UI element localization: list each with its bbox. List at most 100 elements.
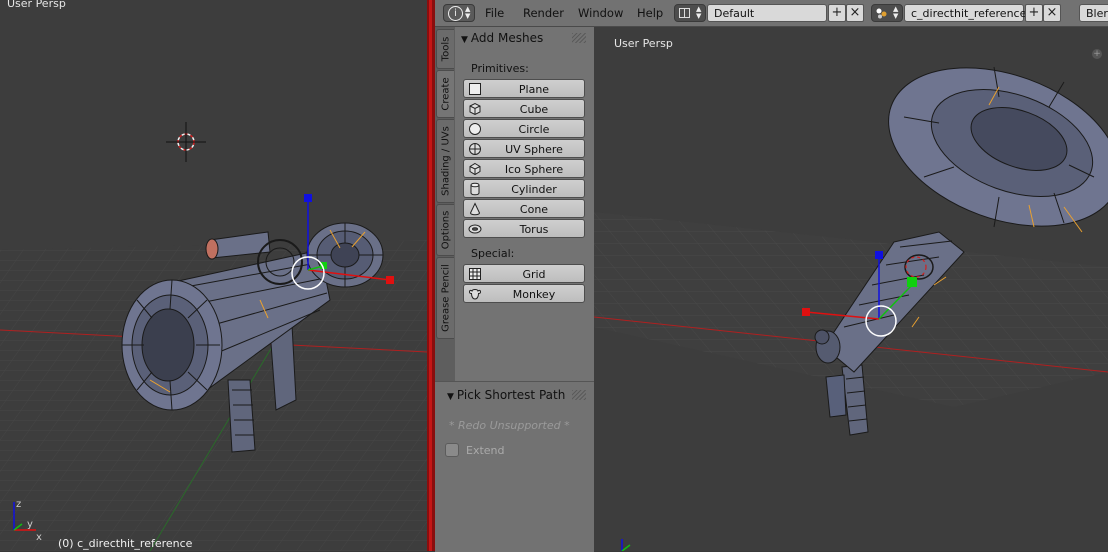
3d-cursor-icon[interactable]: [166, 122, 206, 162]
add-circle-label: Circle: [518, 123, 550, 136]
add-layout-button[interactable]: +: [828, 4, 846, 22]
render-engine-selector[interactable]: Bler: [1079, 4, 1108, 22]
screen-layout-name-field[interactable]: Default: [707, 4, 827, 22]
redo-last-panel: ▼ Pick Shortest Path * Redo Unsupported *…: [435, 381, 594, 552]
add-torus-label: Torus: [519, 223, 549, 236]
tab-create-label: Create: [440, 77, 451, 111]
extend-checkbox[interactable]: [445, 443, 459, 457]
info-icon: i: [448, 6, 463, 21]
add-cone-label: Cone: [519, 203, 549, 216]
close-icon: ×: [1046, 5, 1058, 20]
redo-panel-header[interactable]: ▼ Pick Shortest Path: [447, 388, 565, 402]
collapse-triangle-icon: ▼: [447, 392, 454, 402]
scene-selector[interactable]: ▲ ▼: [871, 4, 903, 22]
left-view-label: User Persp: [7, 0, 66, 10]
add-cylinder-label: Cylinder: [511, 183, 557, 196]
layout-grid-icon: [679, 8, 690, 18]
tab-options-label: Options: [440, 210, 451, 250]
tab-grease-pencil-label: Grease Pencil: [440, 264, 451, 332]
ico-sphere-icon: [469, 162, 481, 176]
uv-sphere-icon: [469, 143, 481, 155]
redo-panel-title: Pick Shortest Path: [456, 388, 566, 402]
tab-create[interactable]: Create: [436, 70, 454, 118]
gizmo-y-label: y: [27, 519, 33, 530]
screen-layout-selector[interactable]: ▲ ▼: [674, 4, 706, 22]
add-meshes-panel: ▼ Add Meshes Primitives: Plane Cube Circl…: [455, 27, 594, 381]
right-3d-viewport[interactable]: User Persp +: [594, 27, 1108, 551]
tab-tools[interactable]: Tools: [436, 29, 454, 69]
add-plane-label: Plane: [518, 83, 550, 96]
cone-icon: [469, 202, 481, 216]
left-3d-viewport[interactable]: z y x User Persp (0) c_directhit_referen…: [0, 0, 427, 551]
panel-drag-grip-icon[interactable]: [572, 390, 586, 400]
add-cube-button[interactable]: Cube: [463, 99, 585, 118]
add-cube-label: Cube: [519, 103, 549, 116]
tab-shading-uvs[interactable]: Shading / UVs: [436, 119, 454, 203]
add-torus-button[interactable]: Torus: [463, 219, 585, 238]
right-view-label: User Persp: [614, 37, 673, 50]
redo-unsupported-note: * Redo Unsupported *: [449, 419, 570, 432]
primitives-label: Primitives:: [471, 62, 529, 75]
add-cone-button[interactable]: Cone: [463, 199, 585, 218]
chevron-updown-icon: ▲ ▼: [696, 5, 702, 20]
tab-shading-uvs-label: Shading / UVs: [440, 126, 451, 196]
menu-render[interactable]: Render: [523, 6, 564, 20]
collapse-triangle-icon: ▼: [461, 35, 468, 45]
z-axis-handle-icon[interactable]: [304, 194, 312, 202]
z-axis-handle-icon[interactable]: [875, 251, 883, 259]
remove-layout-button[interactable]: ×: [846, 4, 864, 22]
add-scene-button[interactable]: +: [1025, 4, 1043, 22]
area-separator[interactable]: [427, 0, 435, 551]
special-label: Special:: [471, 247, 515, 260]
right-viewport-scene[interactable]: [594, 27, 1108, 551]
tab-tools-label: Tools: [440, 36, 451, 62]
add-monkey-label: Monkey: [512, 288, 556, 301]
y-axis-handle-icon[interactable]: [907, 277, 917, 287]
gizmo-z-label: z: [16, 499, 21, 510]
left-viewport-scene[interactable]: z y x: [0, 0, 427, 551]
add-uv-sphere-button[interactable]: UV Sphere: [463, 139, 585, 158]
grid-icon: [469, 268, 481, 280]
chevron-updown-icon: ▲ ▼: [465, 5, 471, 20]
x-axis-handle-icon[interactable]: [386, 276, 394, 284]
active-object-label: (0) c_directhit_reference: [58, 537, 193, 550]
remove-scene-button[interactable]: ×: [1043, 4, 1061, 22]
circle-icon: [469, 123, 481, 135]
close-icon: ×: [849, 5, 861, 20]
tab-options[interactable]: Options: [436, 204, 454, 256]
monkey-icon: [468, 289, 482, 300]
x-axis-handle-icon[interactable]: [802, 308, 810, 316]
editor-type-button[interactable]: i ▲ ▼: [443, 4, 475, 22]
add-grid-button[interactable]: Grid: [463, 264, 585, 283]
chevron-updown-icon: ▲ ▼: [893, 5, 899, 20]
scene-name-field[interactable]: c_directhit_reference: [904, 4, 1026, 22]
cylinder-icon: [470, 182, 480, 196]
panel-drag-grip-icon[interactable]: [572, 33, 586, 43]
scene-icon: [876, 8, 887, 19]
menu-window[interactable]: Window: [578, 6, 623, 20]
extend-label: Extend: [466, 444, 505, 457]
gizmo-x-label: x: [36, 532, 42, 543]
add-circle-button[interactable]: Circle: [463, 119, 585, 138]
plus-icon: +: [1028, 5, 1040, 20]
menu-help[interactable]: Help: [637, 6, 663, 20]
menu-file[interactable]: File: [485, 6, 504, 20]
view-axis-gizmo-icon: [621, 539, 631, 551]
add-ico-sphere-label: Ico Sphere: [504, 163, 564, 176]
tab-grease-pencil[interactable]: Grease Pencil: [436, 257, 454, 339]
add-meshes-title: Add Meshes: [470, 31, 544, 45]
add-cylinder-button[interactable]: Cylinder: [463, 179, 585, 198]
torus-icon: [468, 224, 482, 234]
plane-icon: [469, 83, 481, 95]
add-grid-label: Grid: [522, 268, 546, 281]
add-meshes-header[interactable]: ▼ Add Meshes: [461, 31, 543, 45]
add-uv-sphere-label: UV Sphere: [505, 143, 563, 156]
tool-shelf-tabs: Tools Create Shading / UVs Options Greas…: [435, 27, 455, 381]
add-monkey-button[interactable]: Monkey: [463, 284, 585, 303]
plus-icon: +: [831, 5, 843, 20]
add-plane-button[interactable]: Plane: [463, 79, 585, 98]
add-ico-sphere-button[interactable]: Ico Sphere: [463, 159, 585, 178]
properties-region-toggle-icon[interactable]: +: [1092, 49, 1102, 59]
cube-icon: [469, 102, 481, 116]
info-header: i ▲ ▼ File Render Window Help ▲ ▼ Default …: [435, 0, 1108, 27]
